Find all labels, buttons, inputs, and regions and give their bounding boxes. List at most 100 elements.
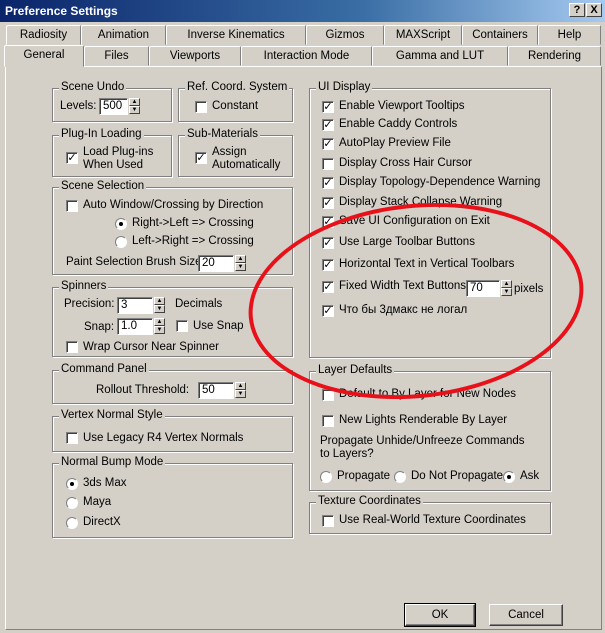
spinner-up-icon[interactable]: ▲: [501, 280, 512, 288]
legacy-normals-checkbox[interactable]: [66, 432, 78, 444]
spinner-down-icon[interactable]: ▼: [154, 305, 165, 313]
cross-hair-label: Display Cross Hair Cursor: [339, 157, 472, 169]
caddy-controls-checkbox[interactable]: ✓: [322, 119, 334, 131]
spinner-down-icon[interactable]: ▼: [154, 326, 165, 334]
spinner-down-icon[interactable]: ▼: [501, 288, 512, 296]
propagate-question-1: Propagate Unhide/Unfreeze Commands: [320, 435, 525, 447]
tab-interaction-mode[interactable]: Interaction Mode: [241, 46, 372, 66]
spinner-down-icon[interactable]: ▼: [129, 106, 140, 114]
tab-files[interactable]: Files: [84, 46, 149, 66]
tab-containers[interactable]: Containers: [462, 25, 538, 45]
autoplay-preview-checkbox[interactable]: ✓: [322, 138, 334, 150]
propagate-radio[interactable]: [320, 471, 332, 483]
snap-input[interactable]: 1.0: [117, 318, 153, 335]
scene-undo-title: Scene Undo: [59, 81, 127, 93]
cancel-button[interactable]: Cancel: [489, 604, 563, 626]
precision-label: Precision:: [64, 298, 115, 310]
right-left-label: Right->Left => Crossing: [132, 217, 254, 229]
real-world-checkbox[interactable]: [322, 515, 334, 527]
propagate-label: Propagate: [337, 470, 391, 482]
brush-size-input[interactable]: 20: [198, 255, 234, 272]
tab-viewports[interactable]: Viewports: [149, 46, 241, 66]
snap-spinner-arrows[interactable]: ▲ ▼: [154, 318, 165, 335]
precision-input[interactable]: 3: [117, 297, 153, 314]
large-toolbar-checkbox[interactable]: ✓: [322, 237, 334, 249]
normal-bump-title: Normal Bump Mode: [59, 456, 166, 468]
viewport-tooltips-checkbox[interactable]: ✓: [322, 101, 334, 113]
propagate-question-2: to Layers?: [320, 448, 374, 460]
custom-label: Что бы 3дмакс не логал: [339, 304, 468, 316]
new-lights-checkbox[interactable]: [322, 415, 334, 427]
wrap-cursor-label: Wrap Cursor Near Spinner: [83, 341, 219, 353]
constant-checkbox[interactable]: [195, 101, 207, 113]
snap-label: Snap:: [84, 321, 115, 333]
spinner-up-icon[interactable]: ▲: [129, 98, 140, 106]
tab-general[interactable]: General: [4, 45, 84, 67]
tab-help[interactable]: Help: [538, 25, 601, 45]
spinner-up-icon[interactable]: ▲: [154, 297, 165, 305]
tab-animation[interactable]: Animation: [81, 25, 166, 45]
spinner-up-icon[interactable]: ▲: [154, 318, 165, 326]
do-not-propagate-radio[interactable]: [394, 471, 406, 483]
ok-button[interactable]: OK: [404, 603, 476, 627]
bump-maya-label: Maya: [83, 496, 112, 508]
default-bylayer-checkbox[interactable]: [322, 389, 334, 401]
levels-input[interactable]: 500: [99, 98, 128, 115]
ui-display-title: UI Display: [316, 81, 373, 93]
close-button[interactable]: X: [586, 3, 602, 17]
fixed-width-label: Fixed Width Text Buttons:: [339, 280, 470, 292]
bump-directx-radio[interactable]: [66, 517, 78, 529]
cross-hair-checkbox[interactable]: [322, 158, 334, 170]
horizontal-text-label: Horizontal Text in Vertical Toolbars: [339, 258, 515, 270]
fixed-width-input[interactable]: 70: [466, 280, 500, 297]
rollout-spinner-arrows[interactable]: ▲ ▼: [235, 382, 246, 399]
bump-directx-label: DirectX: [83, 516, 121, 528]
left-right-radio[interactable]: [115, 236, 127, 248]
new-lights-label: New Lights Renderable By Layer: [339, 414, 508, 426]
use-snap-checkbox[interactable]: [176, 320, 188, 332]
spinner-down-icon[interactable]: ▼: [235, 390, 246, 398]
assign-label-1: Assign: [212, 146, 247, 158]
ask-radio[interactable]: [503, 471, 515, 483]
pixels-label: pixels: [514, 283, 544, 295]
tab-radiosity[interactable]: Radiosity: [6, 25, 81, 45]
real-world-label: Use Real-World Texture Coordinates: [339, 514, 526, 526]
use-snap-label: Use Snap: [193, 320, 244, 332]
tab-rendering[interactable]: Rendering: [508, 46, 601, 66]
bump-maya-radio[interactable]: [66, 497, 78, 509]
assign-auto-checkbox[interactable]: ✓: [195, 152, 207, 164]
help-button[interactable]: ?: [569, 3, 585, 17]
stack-collapse-checkbox[interactable]: ✓: [322, 197, 334, 209]
tab-maxscript[interactable]: MAXScript: [384, 25, 462, 45]
right-left-radio[interactable]: [115, 218, 127, 230]
autoplay-preview-label: AutoPlay Preview File: [339, 137, 451, 149]
auto-window-checkbox[interactable]: [66, 200, 78, 212]
bump-3dsmax-radio[interactable]: [66, 478, 78, 490]
tab-gamma-lut[interactable]: Gamma and LUT: [372, 46, 508, 66]
topology-warning-checkbox[interactable]: ✓: [322, 177, 334, 189]
spinner-up-icon[interactable]: ▲: [235, 255, 246, 263]
ask-label: Ask: [520, 470, 540, 482]
tab-inverse-kinematics[interactable]: Inverse Kinematics: [166, 25, 306, 45]
fixed-width-spinner-arrows[interactable]: ▲ ▼: [501, 280, 512, 297]
spinners-title: Spinners: [59, 280, 109, 292]
fixed-width-checkbox[interactable]: ✓: [322, 281, 334, 293]
custom-checkbox[interactable]: ✓: [322, 305, 334, 317]
wrap-cursor-checkbox[interactable]: [66, 341, 78, 353]
rollout-threshold-input[interactable]: 50: [198, 382, 234, 399]
brush-spinner-arrows[interactable]: ▲ ▼: [235, 255, 246, 272]
spinner-up-icon[interactable]: ▲: [235, 382, 246, 390]
auto-window-label: Auto Window/Crossing by Direction: [83, 199, 264, 211]
large-toolbar-label: Use Large Toolbar Buttons: [339, 236, 475, 248]
spinner-down-icon[interactable]: ▼: [235, 263, 246, 271]
sub-materials-title: Sub-Materials: [185, 128, 260, 140]
horizontal-text-checkbox[interactable]: ✓: [322, 259, 334, 271]
constant-label: Constant: [212, 100, 259, 112]
precision-spinner-arrows[interactable]: ▲ ▼: [154, 297, 165, 314]
tab-gizmos[interactable]: Gizmos: [306, 25, 384, 45]
caddy-controls-label: Enable Caddy Controls: [339, 118, 458, 130]
levels-spinner-arrows[interactable]: ▲ ▼: [129, 98, 140, 115]
bump-3dsmax-label: 3ds Max: [83, 477, 127, 489]
save-ui-config-checkbox[interactable]: ✓: [322, 216, 334, 228]
load-plugins-checkbox[interactable]: ✓: [66, 152, 78, 164]
